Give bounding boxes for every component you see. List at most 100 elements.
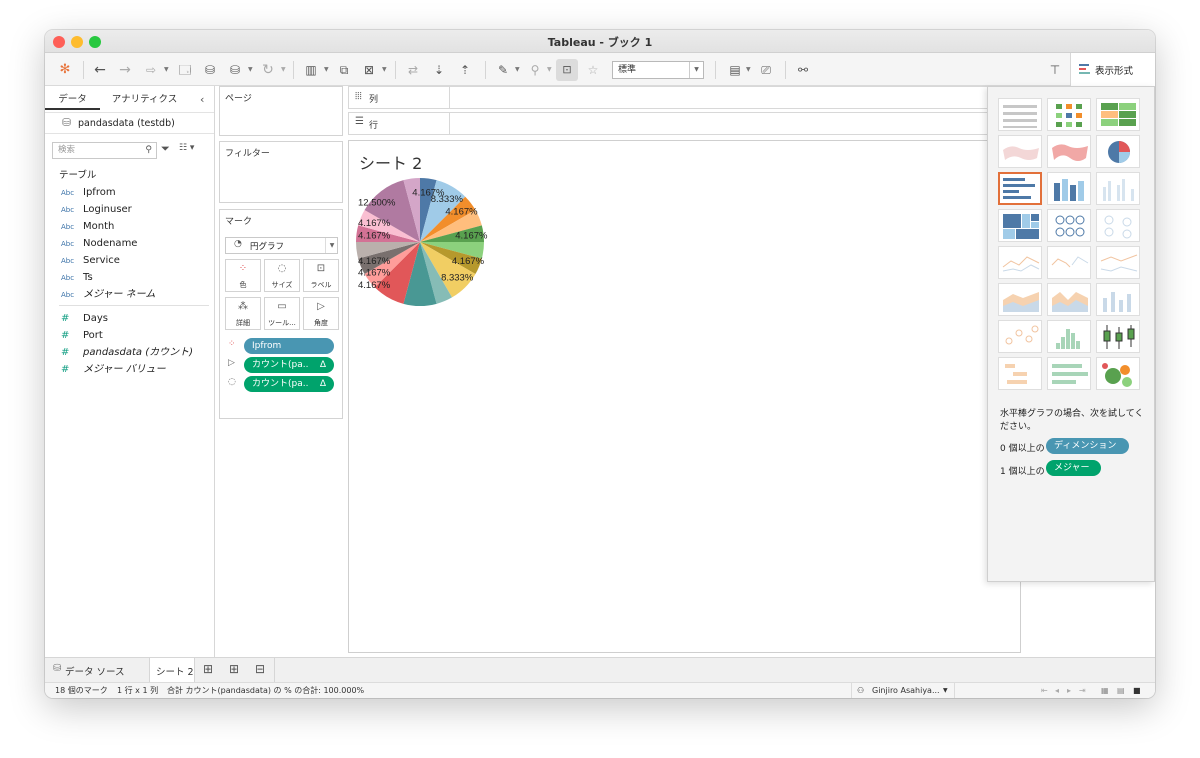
- chart-thumb-circle-view[interactable]: [1047, 209, 1091, 242]
- chart-thumb-symbol-map[interactable]: [998, 135, 1042, 168]
- angle-button[interactable]: ▷ 角度: [303, 297, 339, 330]
- collapse-pane-icon[interactable]: ‹: [200, 90, 212, 110]
- detail-button[interactable]: ⁂ 詳細: [225, 297, 261, 330]
- field-measure[interactable]: # Port: [61, 327, 103, 344]
- field-dimension[interactable]: Abc Service: [61, 252, 120, 269]
- tab-datasource[interactable]: ⛁ データ ソース: [45, 658, 145, 682]
- marks-pill-size[interactable]: カウント(pa.. Δ: [244, 376, 334, 392]
- share-icon[interactable]: ⚯: [793, 59, 813, 81]
- chevron-down-icon[interactable]: ▼: [164, 59, 169, 81]
- tab-sheet-2[interactable]: シート 2: [149, 658, 195, 682]
- tab-analytics[interactable]: アナリティクス: [107, 90, 182, 110]
- chart-thumb-histogram[interactable]: [1047, 320, 1091, 353]
- field-dimension[interactable]: Abc Ts: [61, 269, 93, 286]
- chart-thumb-scatter[interactable]: [998, 320, 1042, 353]
- datasource-row[interactable]: ⛁ pandasdata (testdb): [45, 112, 214, 134]
- chart-thumb-bullet[interactable]: [1047, 357, 1091, 390]
- field-dimension[interactable]: Abc メジャー ネーム: [61, 286, 155, 303]
- clear-sheet-icon[interactable]: ⊠: [359, 59, 379, 81]
- mark-type-select[interactable]: ◔ 円グラフ ▼: [225, 237, 338, 254]
- show-cards-icon[interactable]: ▤: [725, 59, 745, 81]
- chart-thumb-stacked-bars[interactable]: [1047, 172, 1091, 205]
- field-dimension[interactable]: Abc Ipfrom: [61, 184, 116, 201]
- tab-data[interactable]: データ: [45, 90, 100, 110]
- chart-thumb-area-continuous[interactable]: [998, 283, 1042, 316]
- chevron-down-icon[interactable]: ▼: [281, 59, 286, 81]
- fit-select[interactable]: 標準 ▼: [612, 61, 704, 79]
- label-button[interactable]: ⊡ ラベル: [303, 259, 339, 292]
- filters-card[interactable]: フィルター: [219, 141, 343, 203]
- save-icon[interactable]: 🗔: [175, 59, 195, 81]
- size-button[interactable]: ◌ サイズ: [264, 259, 300, 292]
- swap-rows-columns-icon[interactable]: ⇄: [403, 59, 423, 81]
- new-story-icon[interactable]: ⊟: [255, 662, 265, 676]
- chart-thumb-dual-lines[interactable]: [1096, 246, 1140, 279]
- chart-thumb-lines-discrete[interactable]: [1047, 246, 1091, 279]
- pages-card[interactable]: ページ: [219, 86, 343, 136]
- duplicate-sheet-icon[interactable]: ⧉: [334, 59, 354, 81]
- new-worksheet-icon[interactable]: ⊞: [203, 662, 213, 676]
- chevron-down-icon[interactable]: ▼: [382, 59, 387, 81]
- chevron-down-icon[interactable]: ▼: [746, 59, 751, 81]
- field-measure[interactable]: # pandasdata (カウント): [61, 344, 193, 361]
- chart-thumb-dual-combination[interactable]: [1096, 283, 1140, 316]
- user-menu[interactable]: ⚇ Ginjiro Asahiya... ▼: [851, 683, 955, 698]
- sort-ascending-icon[interactable]: ⇣: [429, 59, 449, 81]
- marks-pill-color[interactable]: Ipfrom: [244, 338, 334, 354]
- chevron-down-icon[interactable]: ▼: [324, 59, 329, 81]
- new-dashboard-icon[interactable]: ⊞: [229, 662, 239, 676]
- new-datasource-icon[interactable]: ⛁: [200, 59, 220, 81]
- chart-thumb-horizontal-bars[interactable]: [998, 172, 1042, 205]
- prev-page-icon[interactable]: ◂: [1055, 683, 1059, 698]
- chart-thumb-highlight-table[interactable]: [1096, 98, 1140, 131]
- filter-icon[interactable]: ⏷: [161, 142, 170, 156]
- sort-descending-icon[interactable]: ⇡: [455, 59, 475, 81]
- chart-thumb-side-by-side-circles[interactable]: [1096, 209, 1140, 242]
- replay-icon[interactable]: ⇨: [140, 59, 162, 81]
- show-me-tab[interactable]: 表示形式: [1070, 53, 1155, 86]
- highlight-icon[interactable]: ✎: [493, 59, 513, 81]
- chart-thumb-heat-map[interactable]: [1047, 98, 1091, 131]
- chart-thumb-filled-map[interactable]: [1047, 135, 1091, 168]
- chart-thumb-treemap[interactable]: [998, 209, 1042, 242]
- field-dimension[interactable]: Abc Month: [61, 218, 114, 235]
- field-measure[interactable]: # メジャー バリュー: [61, 361, 166, 378]
- group-members-icon[interactable]: ⚲: [525, 59, 545, 81]
- tableau-logo-icon[interactable]: ✻: [55, 59, 75, 81]
- fix-axes-icon[interactable]: ☆: [583, 59, 603, 81]
- redo-icon[interactable]: →: [115, 59, 135, 81]
- view-options-icon[interactable]: ☷ ▾: [179, 143, 194, 153]
- new-worksheet-icon[interactable]: ▥: [301, 59, 321, 81]
- first-page-icon[interactable]: ⇤: [1041, 683, 1048, 698]
- field-measure[interactable]: # Days: [61, 310, 108, 327]
- chevron-down-icon[interactable]: ▼: [547, 59, 552, 81]
- tooltip-button[interactable]: ▭ ツール...: [264, 297, 300, 330]
- chart-thumb-area-discrete[interactable]: [1047, 283, 1091, 316]
- pie-chart[interactable]: 4.167%8.333%4.167%4.167%4.167%8.333%4.16…: [355, 178, 505, 318]
- show-mark-labels-icon[interactable]: ⊡: [556, 59, 578, 81]
- chart-thumb-lines-continuous[interactable]: [998, 246, 1042, 279]
- chart-thumb-pie[interactable]: [1096, 135, 1140, 168]
- refresh-icon[interactable]: ↻: [258, 59, 278, 81]
- next-page-icon[interactable]: ▸: [1067, 683, 1071, 698]
- search-input[interactable]: 検索 ⚲: [52, 142, 157, 159]
- chart-thumb-packed-bubbles[interactable]: [1096, 357, 1140, 390]
- sheet-sorter-icon[interactable]: ▦: [1101, 683, 1109, 698]
- format-painter-icon[interactable]: ⊤: [1045, 59, 1065, 81]
- chevron-down-icon[interactable]: ▼: [515, 59, 520, 81]
- color-button[interactable]: ⁘ 色: [225, 259, 261, 292]
- field-dimension[interactable]: Abc Nodename: [61, 235, 137, 252]
- chart-thumb-gantt[interactable]: [998, 357, 1042, 390]
- filmstrip-icon[interactable]: ▤: [1117, 683, 1125, 698]
- undo-icon[interactable]: ←: [90, 59, 110, 81]
- pause-updates-icon[interactable]: ⛁: [225, 59, 245, 81]
- tabs-view-icon[interactable]: ■: [1133, 683, 1141, 698]
- chart-thumb-box-plot[interactable]: [1096, 320, 1140, 353]
- chart-thumb-text-table[interactable]: [998, 98, 1042, 131]
- chart-thumb-side-by-side-bars[interactable]: [1096, 172, 1140, 205]
- field-dimension[interactable]: Abc Loginuser: [61, 201, 132, 218]
- marks-pill-angle[interactable]: カウント(pa.. Δ: [244, 357, 334, 373]
- presentation-mode-icon[interactable]: ⎚: [756, 59, 776, 81]
- chevron-down-icon[interactable]: ▼: [248, 59, 253, 81]
- last-page-icon[interactable]: ⇥: [1079, 683, 1086, 698]
